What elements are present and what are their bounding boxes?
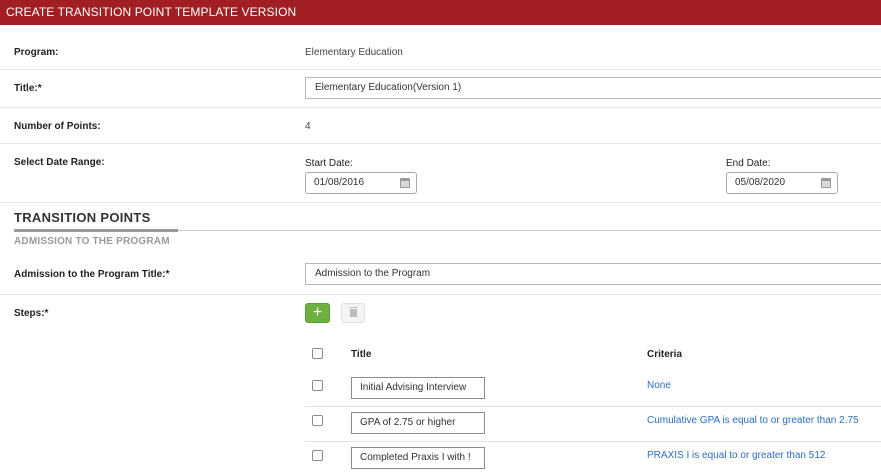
row-checkbox[interactable]: [312, 380, 323, 391]
program-label: Program:: [14, 47, 59, 58]
row-checkbox[interactable]: [312, 415, 323, 426]
row-divider: [305, 441, 881, 442]
end-date-input[interactable]: 05/08/2020: [726, 172, 838, 194]
criteria-link[interactable]: PRAXIS I is equal to or greater than 512: [647, 450, 825, 461]
title-label: Title:*: [14, 83, 42, 94]
step-title-input[interactable]: Completed Praxis I with !: [351, 447, 485, 469]
date-range-label: Select Date Range:: [14, 157, 105, 168]
subsection-title: ADMISSION TO THE PROGRAM: [14, 236, 170, 247]
section-divider-accent: [14, 229, 178, 232]
select-all-checkbox[interactable]: [312, 348, 323, 359]
column-header-criteria: Criteria: [647, 349, 683, 360]
delete-step-button[interactable]: [341, 303, 365, 323]
number-of-points-label: Number of Points:: [14, 121, 101, 132]
column-header-title: Title: [351, 349, 372, 360]
page-header: CREATE TRANSITION POINT TEMPLATE VERSION: [0, 0, 881, 25]
title-input[interactable]: Elementary Education(Version 1): [305, 77, 881, 99]
divider: [0, 143, 881, 144]
criteria-link[interactable]: Cumulative GPA is equal to or greater th…: [647, 415, 859, 426]
start-date-label: Start Date:: [305, 158, 353, 169]
trash-icon: [349, 307, 358, 317]
divider: [0, 294, 881, 295]
number-of-points-value: 4: [305, 121, 311, 132]
start-date-input[interactable]: 01/08/2016: [305, 172, 417, 194]
calendar-icon[interactable]: [400, 178, 410, 188]
start-date-value: 01/08/2016: [314, 177, 365, 188]
add-step-button[interactable]: +: [305, 303, 330, 323]
criteria-link[interactable]: None: [647, 380, 671, 391]
divider: [0, 202, 881, 203]
divider: [0, 107, 881, 108]
admission-title-label: Admission to the Program Title:*: [14, 269, 170, 280]
end-date-value: 05/08/2020: [735, 177, 786, 188]
step-title-input[interactable]: Initial Advising Interview: [351, 377, 485, 399]
program-value: Elementary Education: [305, 47, 403, 58]
calendar-icon[interactable]: [821, 178, 831, 188]
row-checkbox[interactable]: [312, 450, 323, 461]
divider: [0, 69, 881, 70]
step-title-input[interactable]: GPA of 2.75 or higher: [351, 412, 485, 434]
end-date-label: End Date:: [726, 158, 771, 169]
admission-title-input[interactable]: Admission to the Program: [305, 263, 881, 285]
row-divider: [305, 406, 881, 407]
section-title: TRANSITION POINTS: [14, 210, 151, 225]
steps-label: Steps:*: [14, 308, 49, 319]
